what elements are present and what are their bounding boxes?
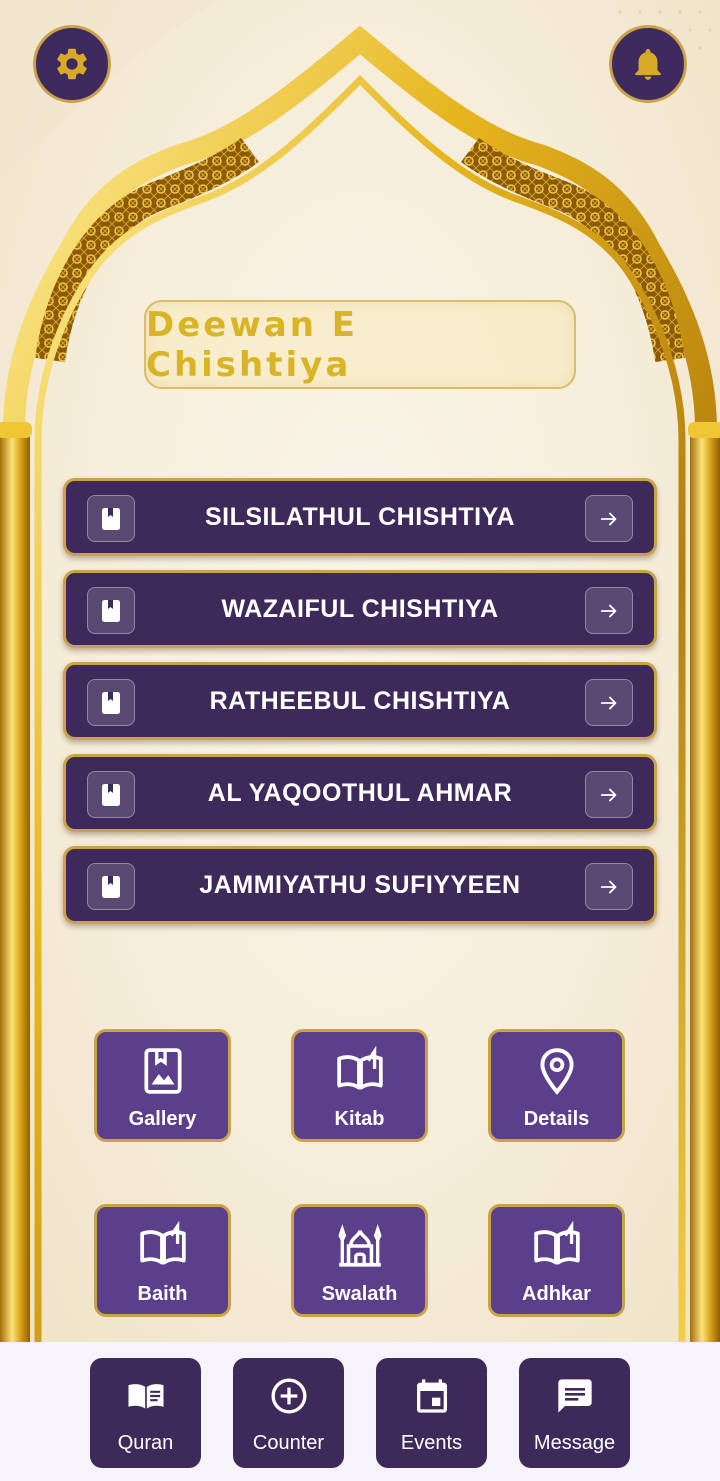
kitab-tile[interactable]: Kitab bbox=[291, 1029, 428, 1142]
menu-item-label: AL YAQOOTHUL AHMAR bbox=[207, 778, 513, 807]
open-book-icon bbox=[336, 1046, 383, 1090]
open-book-icon bbox=[139, 1221, 186, 1265]
gallery-tile[interactable]: Gallery bbox=[94, 1029, 231, 1142]
notifications-button[interactable] bbox=[609, 25, 687, 103]
location-pin-icon bbox=[539, 1048, 574, 1095]
chapter-menu: SILSILATHUL CHISHTIYA WAZAIFUL CHISHTIYA… bbox=[63, 478, 657, 938]
bell-icon bbox=[635, 48, 661, 80]
swalath-tile[interactable]: Swalath bbox=[291, 1204, 428, 1317]
settings-button[interactable] bbox=[33, 25, 111, 103]
book-icon bbox=[87, 771, 135, 818]
photo-album-icon bbox=[143, 1048, 182, 1094]
calendar-icon bbox=[416, 1379, 447, 1413]
tile-label: Adhkar bbox=[522, 1283, 591, 1305]
tile-label: Swalath bbox=[321, 1283, 398, 1305]
arrow-right-icon bbox=[585, 587, 633, 634]
book-icon bbox=[87, 679, 135, 726]
gear-icon bbox=[57, 48, 87, 80]
menu-item-al-yaqoothul-ahmar[interactable]: AL YAQOOTHUL AHMAR bbox=[63, 754, 657, 832]
nav-events[interactable]: Events bbox=[376, 1358, 487, 1468]
arrow-right-icon bbox=[585, 863, 633, 910]
tile-label: Details bbox=[523, 1108, 590, 1130]
arrow-right-icon bbox=[585, 495, 633, 542]
nav-message[interactable]: Message bbox=[519, 1358, 630, 1468]
menu-item-silsilathul-chishtiya[interactable]: SILSILATHUL CHISHTIYA bbox=[63, 478, 657, 556]
details-tile[interactable]: Details bbox=[488, 1029, 625, 1142]
menu-item-label: WAZAIFUL CHISHTIYA bbox=[221, 594, 499, 623]
book-icon bbox=[87, 495, 135, 542]
menu-item-jammiyathu-sufiyyeen[interactable]: JAMMIYATHU SUFIYYEEN bbox=[63, 846, 657, 924]
menu-item-label: RATHEEBUL CHISHTIYA bbox=[209, 686, 511, 715]
home-screen: Deewan E Chishtiya SILSILATHUL CHISHTIYA… bbox=[0, 0, 720, 1342]
quran-book-icon bbox=[128, 1384, 163, 1409]
bottom-nav: Quran Counter Events Message bbox=[0, 1342, 720, 1481]
menu-item-label: JAMMIYATHU SUFIYYEEN bbox=[199, 870, 521, 899]
message-icon bbox=[557, 1379, 592, 1413]
menu-item-ratheebul-chishtiya[interactable]: RATHEEBUL CHISHTIYA bbox=[63, 662, 657, 740]
menu-item-label: SILSILATHUL CHISHTIYA bbox=[204, 502, 516, 531]
nav-label: Events bbox=[400, 1432, 463, 1454]
tile-label: Kitab bbox=[334, 1108, 385, 1130]
nav-quran[interactable]: Quran bbox=[90, 1358, 201, 1468]
arrow-right-icon bbox=[585, 771, 633, 818]
adhkar-tile[interactable]: Adhkar bbox=[488, 1204, 625, 1317]
nav-counter[interactable]: Counter bbox=[233, 1358, 344, 1468]
plus-circle-icon bbox=[271, 1378, 306, 1414]
book-icon bbox=[87, 863, 135, 910]
arrow-right-icon bbox=[585, 679, 633, 726]
page-title: Deewan E Chishtiya bbox=[146, 304, 358, 385]
nav-label: Quran bbox=[117, 1432, 174, 1454]
open-book-icon bbox=[533, 1221, 580, 1265]
book-icon bbox=[87, 587, 135, 634]
mosque-icon bbox=[337, 1224, 382, 1267]
app-title-box: Deewan E Chishtiya bbox=[144, 300, 576, 389]
nav-label: Message bbox=[533, 1432, 616, 1454]
menu-item-wazaiful-chishtiya[interactable]: WAZAIFUL CHISHTIYA bbox=[63, 570, 657, 648]
tile-label: Baith bbox=[137, 1283, 188, 1305]
tile-label: Gallery bbox=[128, 1108, 197, 1130]
nav-label: Counter bbox=[252, 1432, 325, 1454]
baith-tile[interactable]: Baith bbox=[94, 1204, 231, 1317]
